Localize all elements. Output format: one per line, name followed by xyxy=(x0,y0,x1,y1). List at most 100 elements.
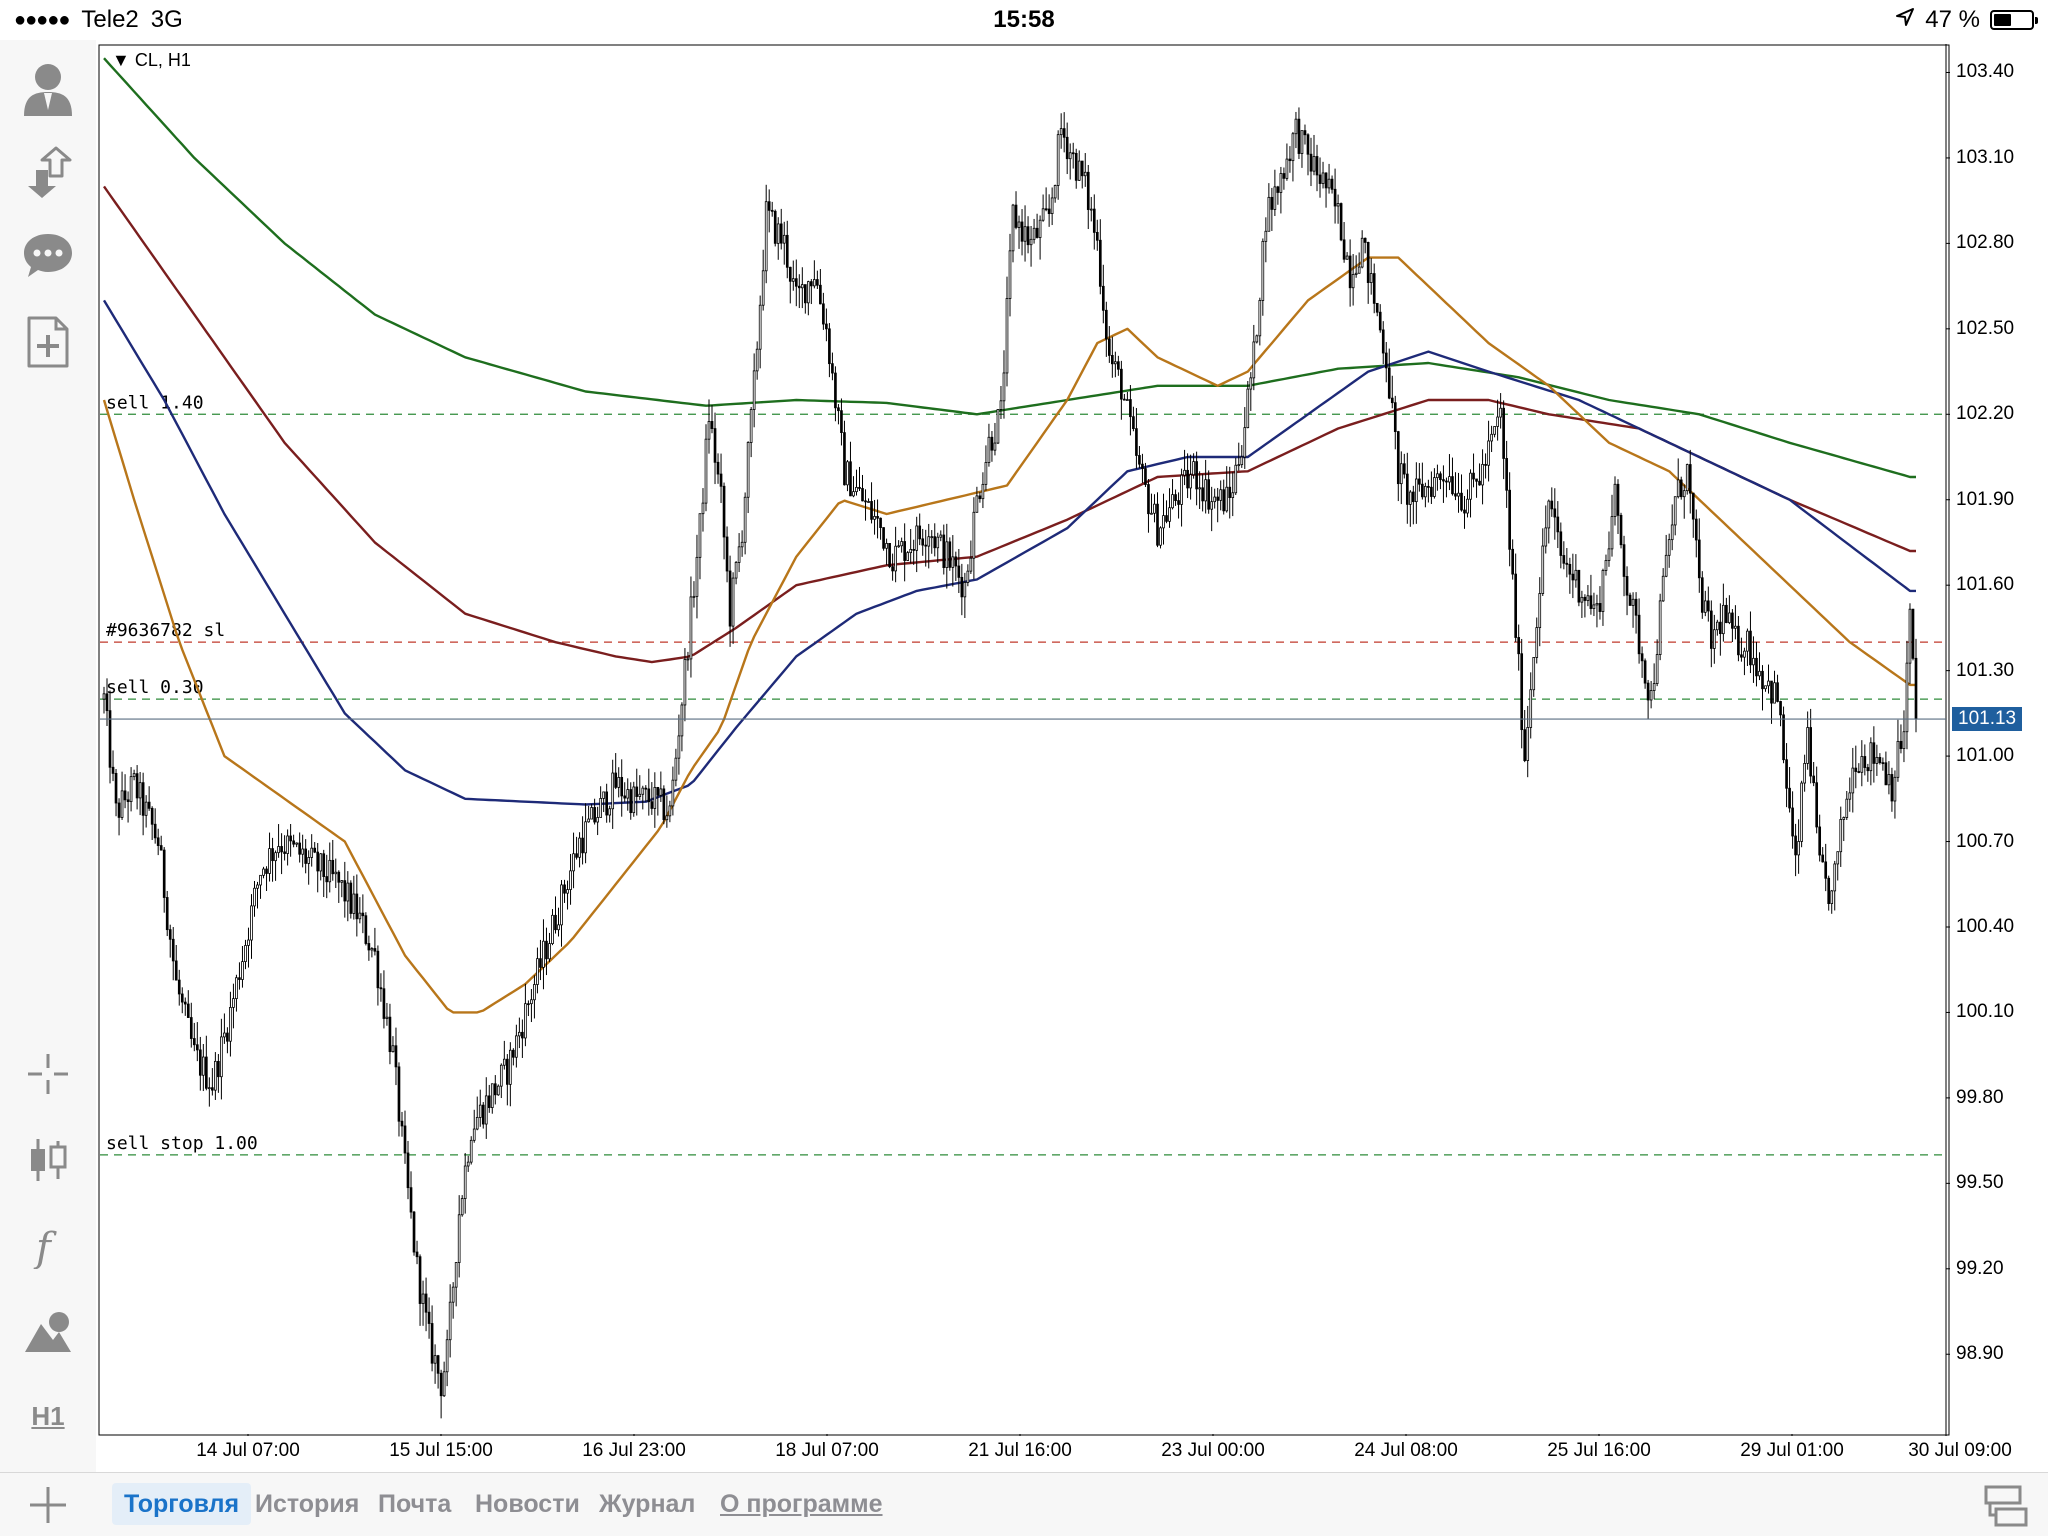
plus-icon xyxy=(30,1487,66,1523)
price-axis-label: 99.50 xyxy=(1956,1172,2004,1194)
crosshair-button[interactable] xyxy=(18,1044,78,1104)
candle xyxy=(1782,706,1785,764)
left-toolbar: f H1 xyxy=(0,40,96,1472)
new-document-icon xyxy=(27,316,69,368)
svg-text:f: f xyxy=(33,1225,57,1269)
layout-button[interactable] xyxy=(1982,1481,2030,1529)
indicators-button[interactable]: f xyxy=(18,1216,78,1276)
price-axis-label: 101.30 xyxy=(1956,659,2015,681)
status-bar: ●●●●● Tele2 3G 15:58 47 % xyxy=(0,0,2048,40)
chart-type-button[interactable] xyxy=(18,1130,78,1190)
tab-news[interactable]: Новости xyxy=(463,1483,592,1525)
status-bar-right: 47 % xyxy=(1895,6,2038,34)
candle xyxy=(1159,526,1162,549)
price-axis-label: 101.00 xyxy=(1956,745,2015,767)
tab-journal[interactable]: Журнал xyxy=(587,1483,707,1525)
tab-label: О программе xyxy=(720,1490,883,1518)
candle xyxy=(412,1210,416,1256)
candle xyxy=(165,890,169,937)
price-axis-label: 98.90 xyxy=(1956,1343,2004,1365)
candle xyxy=(882,527,885,551)
time-axis-label: 14 Jul 07:00 xyxy=(196,1440,300,1461)
current-price-tag: 101.13 xyxy=(1952,707,2023,732)
candle xyxy=(773,209,777,247)
price-axis-label: 99.20 xyxy=(1956,1257,2004,1279)
price-axis-label: 102.20 xyxy=(1956,403,2015,425)
timeframe-label: H1 xyxy=(31,1400,65,1431)
tab-history[interactable]: История xyxy=(243,1483,371,1525)
status-bar-center: 15:58 xyxy=(0,6,2048,34)
battery-percent: 47 % xyxy=(1925,6,1980,33)
time-axis-label: 30 Jul 09:00 xyxy=(1908,1440,2012,1461)
battery-icon xyxy=(1990,10,2038,30)
clock: 15:58 xyxy=(993,6,1055,33)
price-axis[interactable]: 103.40 103.10 102.80 102.50 102.20 101.90 101.… xyxy=(1950,44,2048,1436)
price-axis-label: 100.40 xyxy=(1956,915,2015,937)
new-document-button[interactable] xyxy=(18,312,78,372)
candle xyxy=(1658,593,1662,661)
candle xyxy=(948,537,952,571)
time-axis-label: 23 Jul 00:00 xyxy=(1161,1440,1265,1461)
candle xyxy=(1685,463,1689,495)
candle xyxy=(364,912,368,946)
time-axis-label: 24 Jul 08:00 xyxy=(1354,1440,1458,1461)
candle xyxy=(460,1195,464,1217)
chart-area[interactable]: sell 1.40 #9636782 sl sell 0.30 sell stop 1… xyxy=(98,44,2048,1461)
candle xyxy=(1800,780,1803,848)
chart-type-icon xyxy=(31,1139,67,1181)
order-line-label: #9636782 sl xyxy=(106,620,225,641)
add-button[interactable] xyxy=(24,1481,72,1529)
battery-fill xyxy=(1994,14,2011,26)
candle xyxy=(1700,571,1704,619)
candle xyxy=(662,785,666,825)
price-chart[interactable]: sell 1.40 #9636782 sl sell 0.30 sell stop 1… xyxy=(98,44,1950,1436)
tab-about[interactable]: О программе xyxy=(708,1483,895,1525)
chart-menu-triangle-icon: ▼ xyxy=(112,50,135,70)
timeframe-button[interactable]: H1 xyxy=(18,1386,78,1446)
time-axis[interactable]: 14 Jul 07:00 15 Jul 15:00 16 Jul 23:00 18 J… xyxy=(98,1436,2048,1470)
tab-label: Торговля xyxy=(124,1490,240,1518)
order-line-label: sell 0.30 xyxy=(106,677,204,698)
candle xyxy=(1679,476,1683,500)
candle xyxy=(1911,608,1915,661)
candle xyxy=(996,409,1000,445)
tab-label: История xyxy=(255,1490,360,1518)
time-axis-label: 29 Jul 01:00 xyxy=(1740,1440,1844,1461)
chart-frame xyxy=(98,44,1950,1436)
time-axis-label: 15 Jul 15:00 xyxy=(389,1440,493,1461)
tab-label: Почта xyxy=(378,1490,452,1518)
price-axis-label: 103.10 xyxy=(1956,146,2015,168)
candle xyxy=(1619,512,1623,549)
trade-transfer-icon xyxy=(28,146,72,198)
candle xyxy=(469,1136,473,1165)
time-axis-label: 25 Jul 16:00 xyxy=(1547,1440,1651,1461)
candle xyxy=(1339,202,1343,242)
chart-symbol-label[interactable]: ▼ CL, H1 xyxy=(112,50,191,70)
tab-mail[interactable]: Почта xyxy=(366,1483,463,1525)
account-button[interactable] xyxy=(18,58,78,118)
account-icon xyxy=(24,64,72,116)
candle xyxy=(888,543,891,569)
candle xyxy=(1255,334,1259,344)
time-axis-label: 21 Jul 16:00 xyxy=(968,1440,1072,1461)
trade-button[interactable] xyxy=(18,142,78,202)
tab-label: Журнал xyxy=(599,1490,696,1518)
objects-icon xyxy=(25,1312,71,1352)
price-axis-label: 99.80 xyxy=(1956,1086,2004,1108)
chat-icon xyxy=(24,234,72,277)
candle xyxy=(1577,569,1581,607)
price-axis-label: 101.60 xyxy=(1956,574,2015,596)
price-axis-label: 103.40 xyxy=(1956,61,2015,83)
price-axis-label: 100.10 xyxy=(1956,1001,2015,1023)
network-type: 3G xyxy=(150,6,183,33)
status-bar-left: ●●●●● Tele2 3G xyxy=(14,6,183,34)
price-axis-label: 102.50 xyxy=(1956,317,2015,339)
tab-trading[interactable]: Торговля xyxy=(112,1483,252,1525)
time-axis-label: 18 Jul 07:00 xyxy=(775,1440,879,1461)
objects-button[interactable] xyxy=(18,1302,78,1362)
order-line-label: sell 1.40 xyxy=(106,392,204,413)
candle xyxy=(906,550,909,562)
carrier-name: Tele2 xyxy=(81,6,139,33)
chat-button[interactable] xyxy=(18,226,78,286)
price-axis-label: 102.80 xyxy=(1956,232,2015,254)
